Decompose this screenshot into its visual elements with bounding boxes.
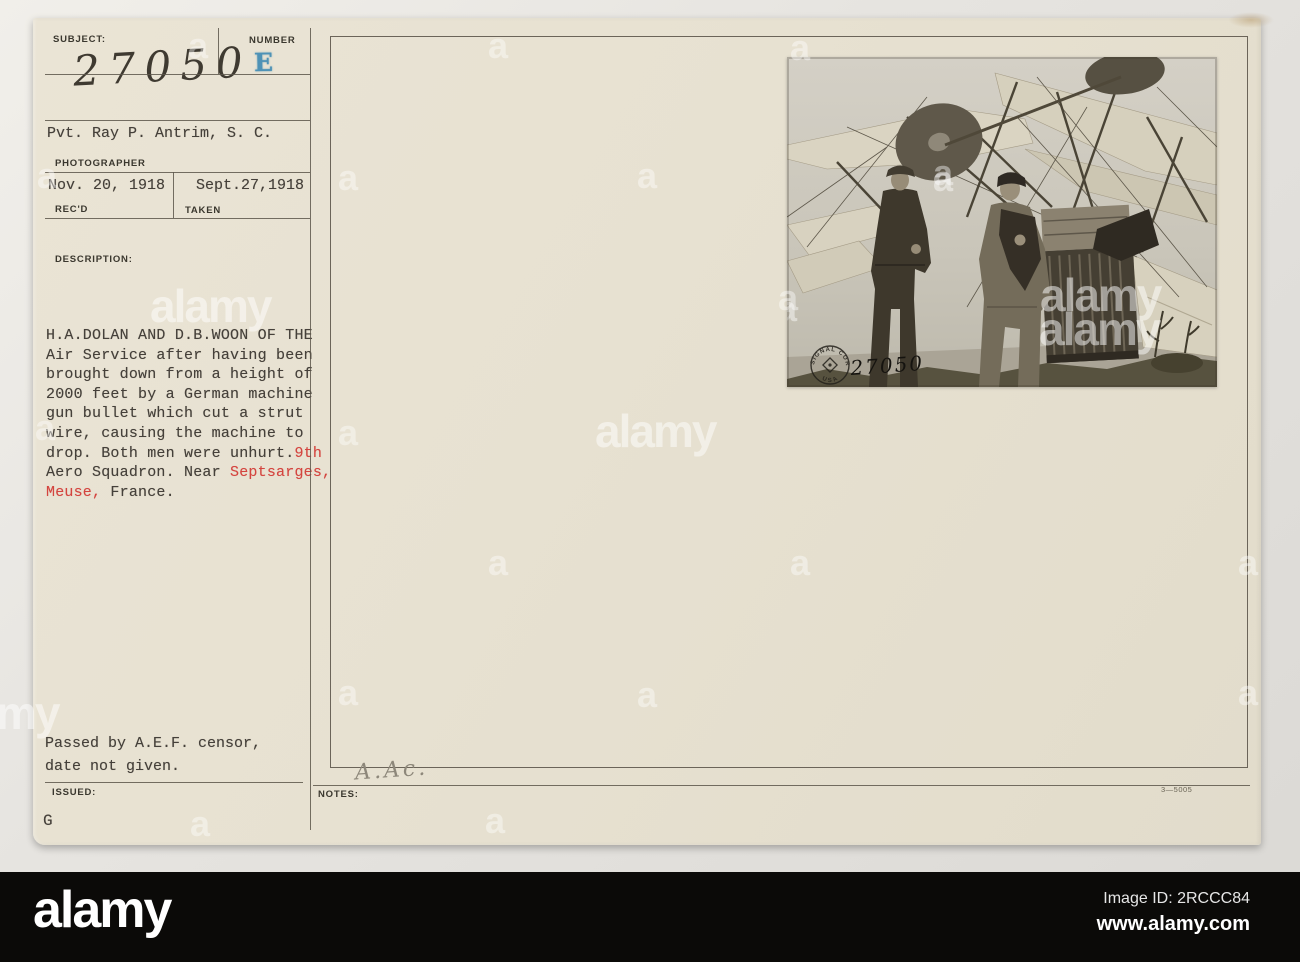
- description-line: gun bullet which cut a strut: [46, 405, 304, 423]
- description-line: Air Service after having been: [46, 346, 313, 364]
- received-label: REC'D: [55, 204, 89, 215]
- subject-number-handwritten: 27050: [71, 37, 253, 96]
- archive-card: SUBJECT: 27050 NUMBER E Pvt. Ray P. Antr…: [33, 12, 1274, 845]
- taken-label: TAKEN: [185, 205, 222, 216]
- subject-label: SUBJECT:: [53, 34, 106, 45]
- description-line: Meuse, France.: [46, 483, 175, 501]
- photographer-label: PHOTOGRAPHER: [55, 158, 146, 169]
- rule: [45, 74, 310, 75]
- notes-rule: [313, 785, 1250, 786]
- rule: [45, 172, 310, 173]
- description-line: Aero Squadron. Near Septsarges,: [46, 464, 332, 482]
- photo-watermark-letter: a: [933, 158, 954, 199]
- description-line: wire, causing the machine to: [46, 424, 304, 442]
- description-label: DESCRIPTION:: [55, 254, 133, 265]
- censor-line-1: Passed by A.E.F. censor,: [45, 735, 262, 752]
- issued-rule: [45, 782, 303, 783]
- footer-meta: Image ID: 2RCCC84 www.alamy.com: [1097, 890, 1250, 936]
- photographer-name: Pvt. Ray P. Antrim, S. C.: [47, 125, 273, 142]
- alamy-logo: alamy: [33, 881, 172, 939]
- notes-handwritten: A.Ac.: [354, 755, 429, 786]
- description-line: drop. Both men were unhurt.9th: [46, 444, 323, 462]
- footer-bar: alamy Image ID: 2RCCC84 www.alamy.com: [0, 872, 1300, 962]
- paper-stain: [1228, 12, 1274, 28]
- description-line: brought down from a height of: [46, 366, 313, 384]
- column-rule: [310, 28, 311, 830]
- number-label: NUMBER: [249, 35, 296, 46]
- issued-value: G: [43, 812, 53, 830]
- description-line: 2000 feet by a German machine: [46, 385, 313, 403]
- censor-line-2: date not given.: [45, 758, 181, 775]
- image-id: Image ID: 2RCCC84: [1103, 890, 1250, 907]
- page: SUBJECT: 27050 NUMBER E Pvt. Ray P. Antr…: [0, 0, 1300, 962]
- description-text: H.A.DOLAN AND D.B.WOON OF THE Air Service…: [46, 326, 331, 502]
- received-date: Nov. 20, 1918: [48, 177, 166, 194]
- taken-date: Sept.27,1918: [196, 177, 305, 194]
- photo-watermark-word: alamy: [1039, 303, 1162, 355]
- notes-label: NOTES:: [318, 789, 359, 800]
- issued-label: ISSUED:: [52, 787, 97, 798]
- form-number: 3—5005: [1161, 785, 1193, 794]
- subject-number-divider: [218, 28, 219, 74]
- number-stamp: E: [253, 47, 274, 78]
- description-line: H.A.DOLAN AND D.B.WOON OF THE: [46, 327, 313, 344]
- dates-divider: [173, 172, 174, 218]
- rule: [45, 120, 310, 121]
- photograph: SIGNAL CORPS USA 27050 alamy a a: [787, 57, 1217, 387]
- rule: [45, 218, 310, 219]
- alamy-url: www.alamy.com: [1096, 913, 1250, 935]
